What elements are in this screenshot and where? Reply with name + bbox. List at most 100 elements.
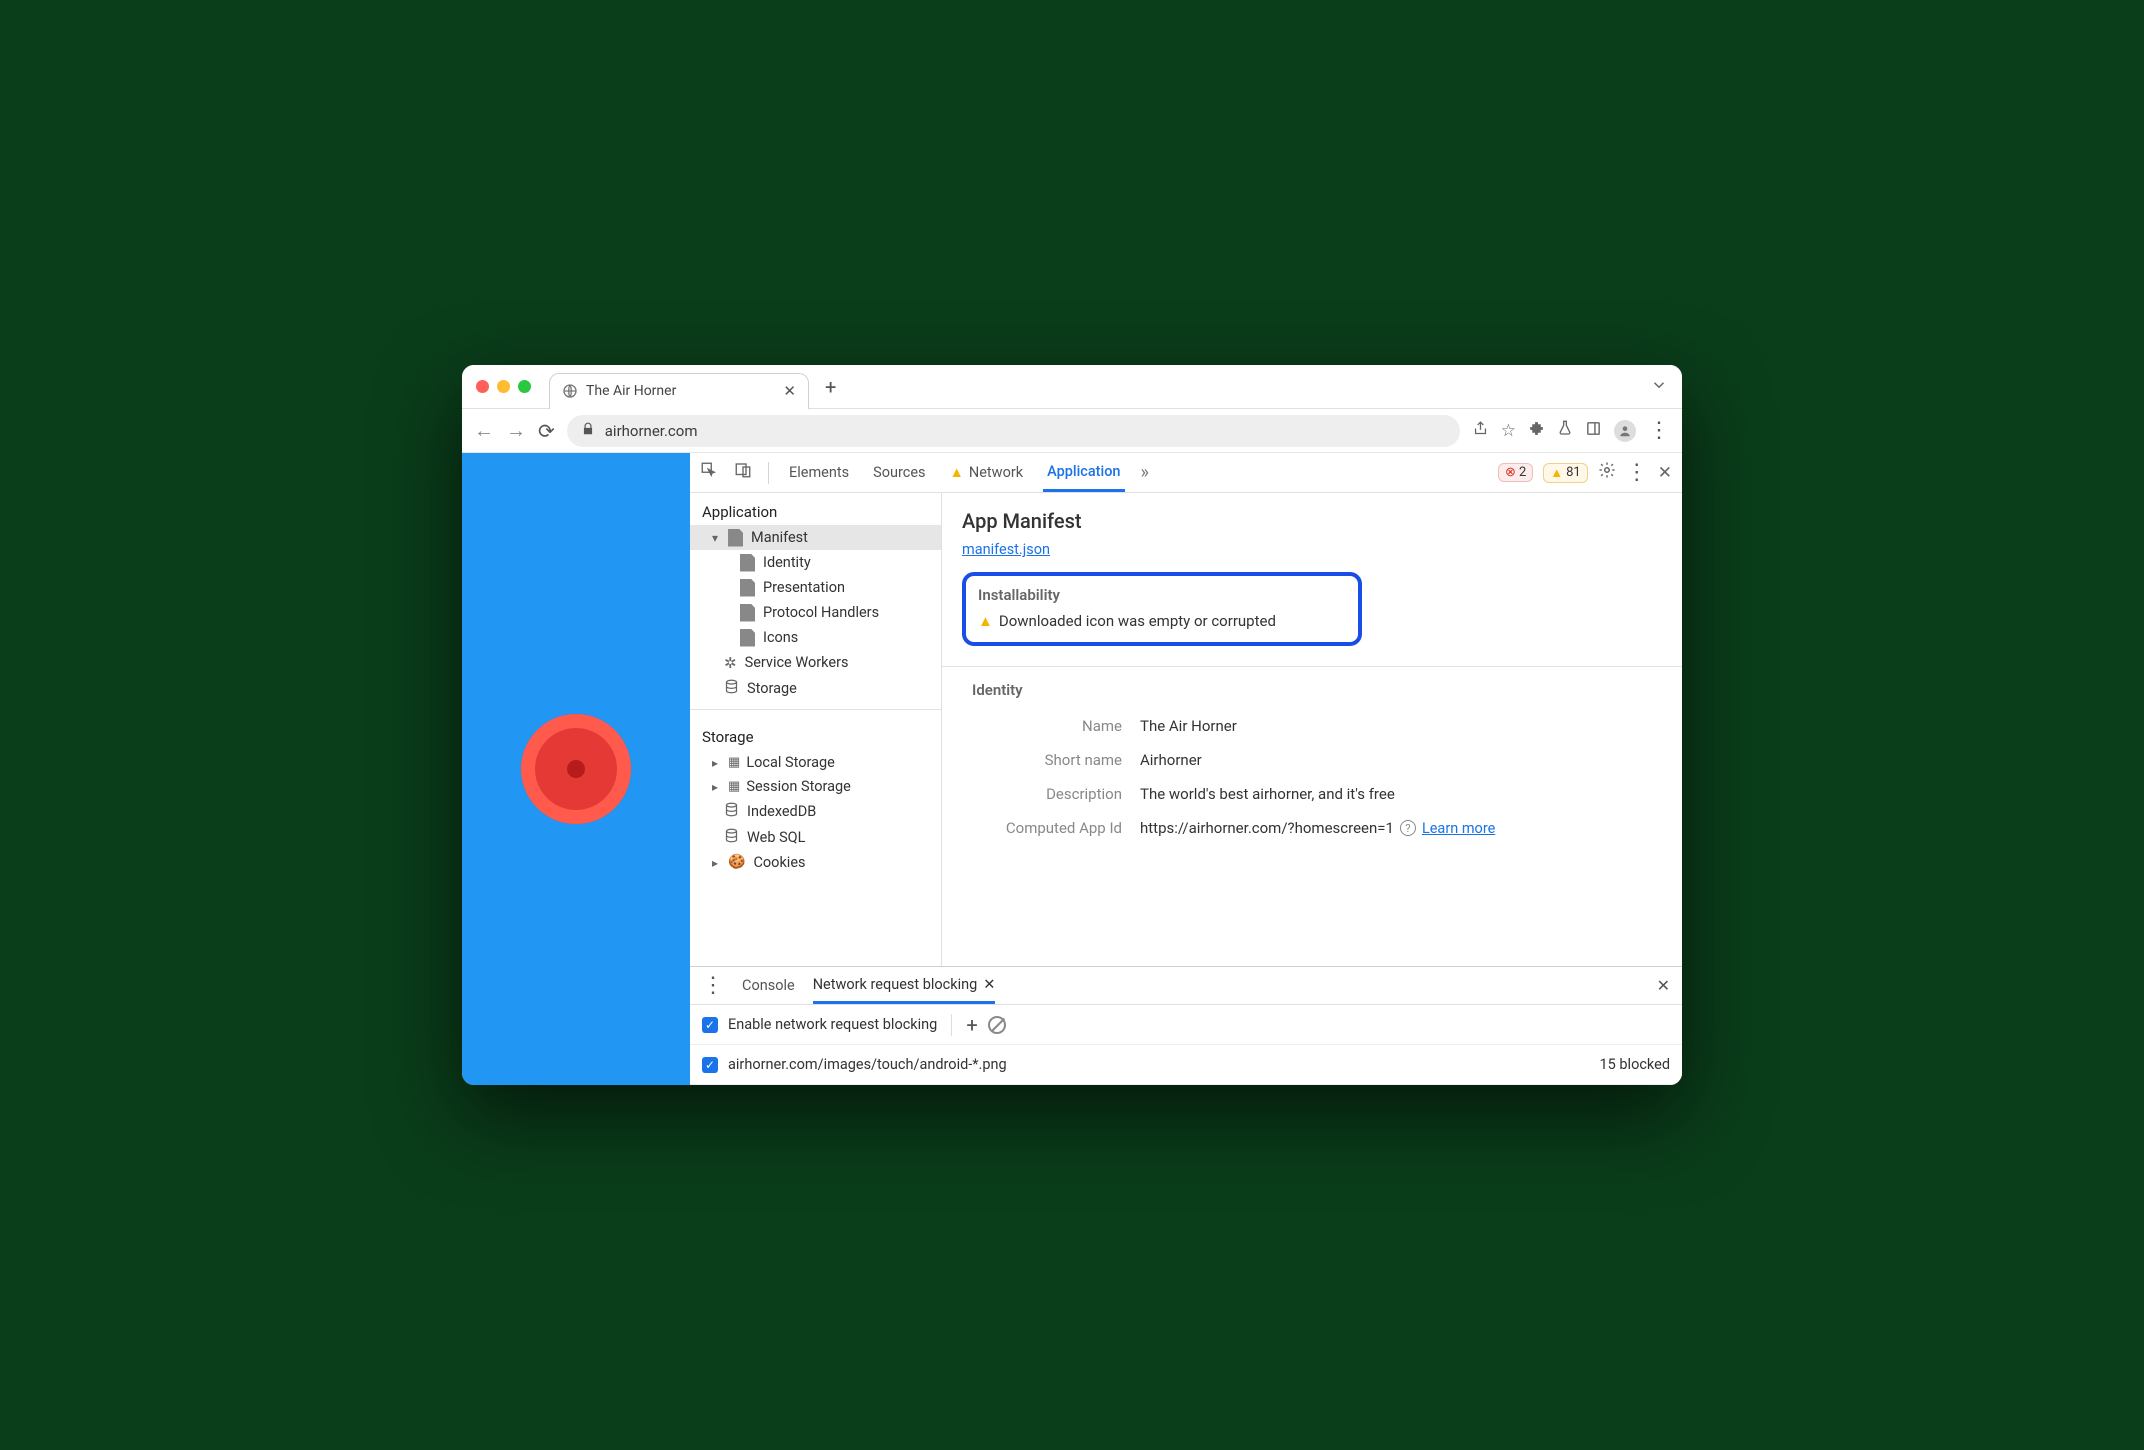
device-icon[interactable]: [734, 461, 752, 484]
help-icon[interactable]: ?: [1400, 820, 1416, 836]
sidebar-item-label: Local Storage: [746, 754, 835, 771]
content-area: Elements Sources ▲ Network Application »…: [462, 453, 1682, 1085]
toolbar: ← → ⟳ airhorner.com ☆ ⋮: [462, 409, 1682, 453]
pattern-checkbox[interactable]: ✓: [702, 1057, 718, 1073]
extensions-icon[interactable]: [1528, 420, 1545, 442]
grid-icon: ▦: [728, 755, 738, 770]
warning-icon: ▲: [1550, 465, 1563, 481]
maximize-window-button[interactable]: [518, 380, 531, 393]
chevron-right-icon: [712, 754, 720, 771]
sidebar-item-label: Protocol Handlers: [763, 604, 879, 621]
pattern-text: airhorner.com/images/touch/android-*.png: [728, 1056, 1007, 1073]
database-icon: [724, 828, 739, 847]
tabs-dropdown-icon[interactable]: [1650, 376, 1668, 398]
close-window-button[interactable]: [476, 380, 489, 393]
address-bar[interactable]: airhorner.com: [567, 415, 1460, 447]
drawer-menu-icon[interactable]: ⋮: [702, 982, 724, 990]
close-devtools-icon[interactable]: ✕: [1658, 463, 1672, 483]
field-value: The world's best airhorner, and it's fre…: [1140, 785, 1662, 803]
manifest-panel: App Manifest manifest.json Installabilit…: [942, 493, 1682, 966]
menu-icon[interactable]: ⋮: [1648, 427, 1670, 435]
field-label: Computed App Id: [962, 819, 1122, 837]
sidebar-item-indexeddb[interactable]: IndexedDB: [690, 798, 941, 824]
forward-button[interactable]: →: [506, 418, 526, 443]
page-preview: [462, 453, 690, 1085]
page-title: App Manifest: [962, 509, 1662, 533]
close-tab-icon[interactable]: ✕: [783, 382, 796, 400]
settings-icon[interactable]: [1598, 461, 1616, 484]
field-value: https://airhorner.com/?homescreen=1 ? Le…: [1140, 819, 1662, 837]
installability-box: Installability ▲ Downloaded icon was emp…: [962, 572, 1362, 646]
manifest-json-link[interactable]: manifest.json: [962, 541, 1050, 558]
field-description: Description The world's best airhorner, …: [962, 777, 1662, 811]
warning-icon: ▲: [978, 612, 993, 630]
sidebar-item-service-workers[interactable]: ✲ Service Workers: [690, 650, 941, 675]
enable-checkbox[interactable]: ✓: [702, 1017, 718, 1033]
drawer-tabs: ⋮ Console Network request blocking ✕ ✕: [690, 967, 1682, 1005]
address-text: airhorner.com: [605, 422, 698, 440]
devtools-menu-icon[interactable]: ⋮: [1626, 469, 1648, 477]
sidebar-item-session-storage[interactable]: ▦ Session Storage: [690, 774, 941, 798]
profile-avatar[interactable]: [1614, 420, 1636, 442]
browser-window: The Air Horner ✕ + ← → ⟳ airhorner.com ☆: [462, 365, 1682, 1085]
drawer-tab-network-blocking[interactable]: Network request blocking ✕: [813, 967, 996, 1004]
chevron-right-icon: [712, 778, 720, 795]
error-count-badge[interactable]: ⊗ 2: [1498, 463, 1533, 482]
more-tabs-icon[interactable]: »: [1141, 462, 1149, 483]
clear-icon[interactable]: [988, 1016, 1006, 1034]
tab-sources[interactable]: Sources: [869, 453, 929, 492]
error-count: 2: [1519, 465, 1526, 480]
window-controls: [476, 380, 541, 393]
field-name: Name The Air Horner: [962, 709, 1662, 743]
sidebar-item-label: Icons: [763, 629, 798, 646]
sidebar-item-cookies[interactable]: 🍪 Cookies: [690, 850, 941, 874]
database-icon: [724, 679, 739, 698]
new-tab-button[interactable]: +: [825, 375, 836, 399]
error-icon: ⊗: [1505, 465, 1516, 480]
learn-more-link[interactable]: Learn more: [1422, 820, 1495, 837]
share-icon[interactable]: [1472, 420, 1489, 442]
blocked-pattern-row[interactable]: ✓ airhorner.com/images/touch/android-*.p…: [690, 1045, 1682, 1085]
inspect-icon[interactable]: [700, 461, 718, 484]
sidebar-item-label: Manifest: [751, 529, 808, 546]
sidebar-item-manifest[interactable]: Manifest: [690, 525, 941, 550]
grid-icon: ▦: [728, 779, 738, 794]
airhorn-button[interactable]: [521, 714, 631, 824]
divider: [768, 462, 769, 484]
labs-icon[interactable]: [1557, 420, 1573, 441]
reload-button[interactable]: ⟳: [538, 419, 555, 443]
sidebar-item-storage[interactable]: Storage: [690, 675, 941, 701]
panel-icon[interactable]: [1585, 420, 1602, 442]
lock-icon: [581, 422, 595, 440]
sidebar-item-icons[interactable]: Icons: [690, 625, 941, 650]
chevron-right-icon: [712, 854, 720, 871]
file-icon: [740, 629, 755, 647]
drawer-tab-console[interactable]: Console: [742, 967, 795, 1004]
tab-application[interactable]: Application: [1043, 453, 1124, 492]
close-drawer-icon[interactable]: ✕: [1657, 976, 1670, 995]
globe-icon: [562, 383, 578, 399]
warning-count-badge[interactable]: ▲ 81: [1543, 463, 1588, 483]
sidebar-item-identity[interactable]: Identity: [690, 550, 941, 575]
installability-message: ▲ Downloaded icon was empty or corrupted: [978, 612, 1346, 630]
add-pattern-button[interactable]: +: [966, 1013, 977, 1037]
section-storage: Storage: [690, 718, 941, 750]
minimize-window-button[interactable]: [497, 380, 510, 393]
browser-tab[interactable]: The Air Horner ✕: [549, 373, 809, 409]
field-label: Description: [962, 785, 1122, 803]
devtools-tabs: Elements Sources ▲ Network Application »…: [690, 453, 1682, 493]
close-tab-icon[interactable]: ✕: [983, 976, 995, 993]
sidebar-item-local-storage[interactable]: ▦ Local Storage: [690, 750, 941, 774]
installability-title: Installability: [978, 586, 1346, 604]
tab-elements[interactable]: Elements: [785, 453, 853, 492]
database-icon: [724, 802, 739, 821]
sidebar-item-presentation[interactable]: Presentation: [690, 575, 941, 600]
sidebar-item-protocol-handlers[interactable]: Protocol Handlers: [690, 600, 941, 625]
blocked-count: 15 blocked: [1600, 1056, 1671, 1073]
cookie-icon: 🍪: [728, 854, 745, 870]
back-button[interactable]: ←: [474, 418, 494, 443]
bookmark-icon[interactable]: ☆: [1501, 421, 1516, 441]
sidebar-item-label: Cookies: [753, 854, 805, 871]
tab-network[interactable]: ▲ Network: [946, 453, 1028, 492]
sidebar-item-websql[interactable]: Web SQL: [690, 824, 941, 850]
